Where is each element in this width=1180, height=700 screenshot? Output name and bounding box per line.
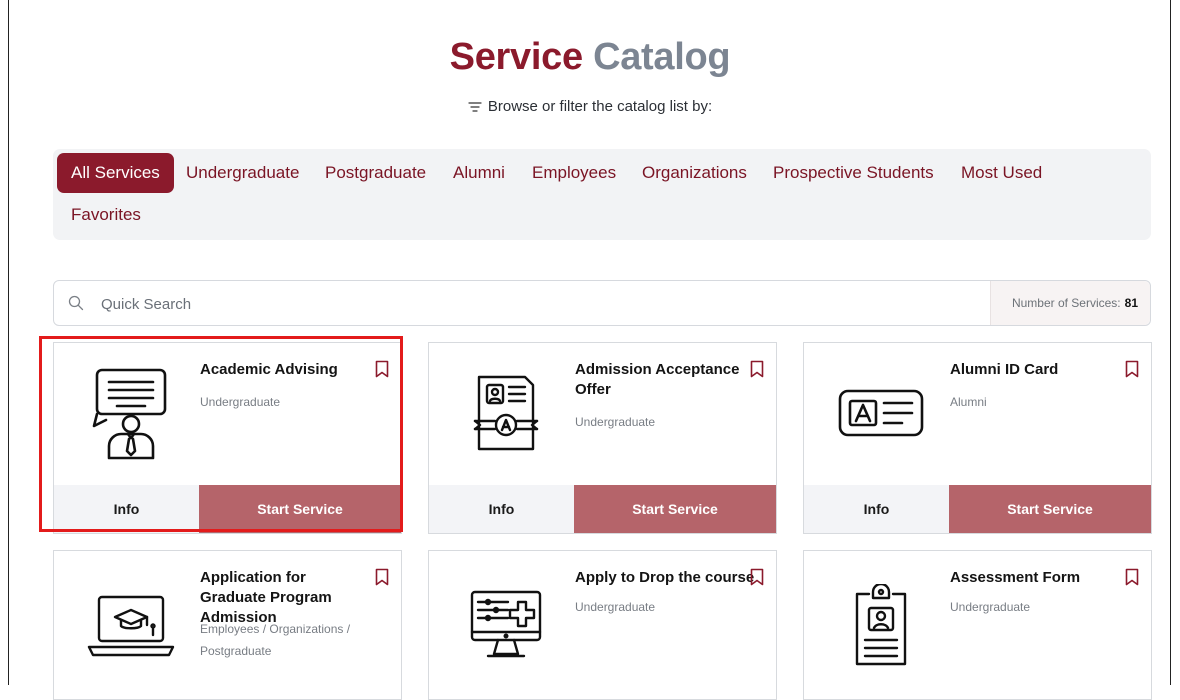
filter-employees[interactable]: Employees: [532, 153, 616, 193]
laptop-graduation-icon: [76, 576, 186, 676]
filter-most-used[interactable]: Most Used: [961, 153, 1042, 193]
card-category: Undergraduate: [950, 600, 1031, 614]
card-category: Alumni: [950, 395, 987, 409]
service-card-assessment-form: Assessment Form Undergraduate: [803, 550, 1152, 700]
bookmark-icon[interactable]: [750, 360, 764, 378]
card-title[interactable]: Alumni ID Card: [950, 360, 1120, 380]
search-icon: [68, 295, 84, 311]
bookmark-icon[interactable]: [375, 568, 389, 586]
service-count-value: 81: [1124, 296, 1138, 310]
card-title[interactable]: Assessment Form: [950, 568, 1120, 588]
bookmark-icon[interactable]: [1125, 360, 1139, 378]
info-button[interactable]: Info: [429, 485, 574, 533]
card-actions: Info Start Service: [429, 485, 776, 533]
search-bar: Number of Services: 81: [53, 280, 1151, 326]
monitor-form-icon: [451, 576, 561, 676]
certificate-icon: [451, 363, 561, 463]
info-button[interactable]: Info: [804, 485, 949, 533]
filter-favorites[interactable]: Favorites: [71, 195, 141, 235]
card-category: Undergraduate: [200, 395, 281, 409]
service-count-label: Number of Services:: [1011, 296, 1121, 310]
filter-bar: All Services Undergraduate Postgraduate …: [53, 149, 1151, 240]
search-input[interactable]: [99, 289, 803, 319]
title-part-catalog: Catalog: [593, 36, 731, 78]
service-card-academic-advising: Academic Advising Undergraduate Info Sta…: [53, 342, 402, 534]
filter-undergraduate[interactable]: Undergraduate: [186, 153, 299, 193]
card-title[interactable]: Admission Acceptance Offer: [575, 360, 745, 400]
service-card-admission-acceptance-offer: Admission Acceptance Offer Undergraduate…: [428, 342, 777, 534]
clipboard-badge-icon: [826, 576, 936, 676]
card-title[interactable]: Academic Advising: [200, 360, 370, 380]
bookmark-icon[interactable]: [375, 360, 389, 378]
card-actions: Info Start Service: [804, 485, 1151, 533]
id-card-icon: [826, 363, 936, 463]
advisor-presentation-icon: [76, 363, 186, 463]
subtitle-text: Browse or filter the catalog list by:: [487, 98, 713, 115]
card-actions: Info Start Service: [54, 485, 401, 533]
filter-alumni[interactable]: Alumni: [453, 153, 505, 193]
subtitle: Browse or filter the catalog list by:: [0, 98, 1180, 115]
filter-all-services[interactable]: All Services: [57, 153, 174, 193]
start-service-button[interactable]: Start Service: [199, 485, 401, 533]
filter-organizations[interactable]: Organizations: [642, 153, 747, 193]
bookmark-icon[interactable]: [750, 568, 764, 586]
card-category: Undergraduate: [575, 600, 656, 614]
filter-prospective-students[interactable]: Prospective Students: [773, 153, 934, 193]
card-title[interactable]: Apply to Drop the course: [575, 568, 760, 588]
start-service-button[interactable]: Start Service: [949, 485, 1151, 533]
filter-icon: [468, 101, 482, 112]
service-card-drop-course: Apply to Drop the course Undergraduate: [428, 550, 777, 700]
service-count: Number of Services: 81: [990, 281, 1150, 325]
service-card-graduate-program-admission: Application for Graduate Program Admissi…: [53, 550, 402, 700]
page-title: Service Catalog: [0, 36, 1180, 79]
info-button[interactable]: Info: [54, 485, 199, 533]
title-part-service: Service: [449, 36, 583, 78]
card-category: Undergraduate: [575, 415, 656, 429]
bookmark-icon[interactable]: [1125, 568, 1139, 586]
card-category: Employees / Organizations / Postgraduate: [200, 622, 351, 658]
filter-postgraduate[interactable]: Postgraduate: [325, 153, 426, 193]
service-card-alumni-id-card: Alumni ID Card Alumni Info Start Service: [803, 342, 1152, 534]
start-service-button[interactable]: Start Service: [574, 485, 776, 533]
